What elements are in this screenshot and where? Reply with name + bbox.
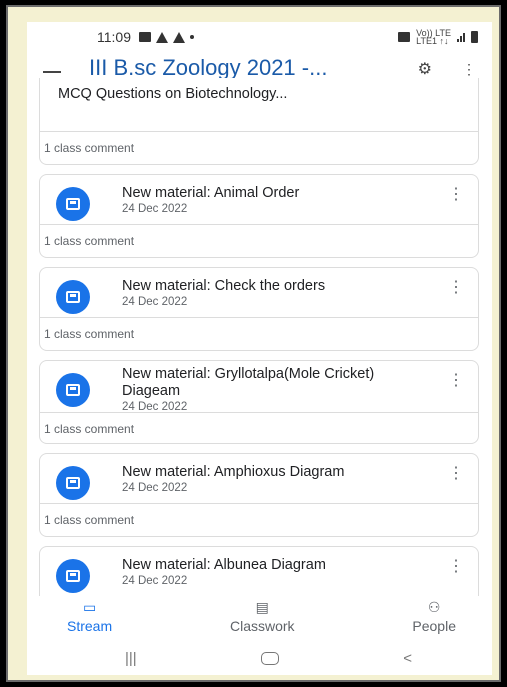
status-time: 11:09	[97, 29, 131, 45]
more-options-icon[interactable]: ⋮	[448, 280, 464, 296]
more-options-icon[interactable]: ⋮	[448, 466, 464, 482]
material-icon	[56, 466, 90, 500]
material-title: New material: Animal Order	[122, 185, 300, 201]
material-title: New material: Albunea Diagram	[122, 557, 326, 573]
material-icon	[56, 373, 90, 407]
more-options-icon[interactable]: ⋮	[448, 187, 464, 203]
settings-icon[interactable]: ⚙	[418, 59, 432, 78]
people-icon: ⚇	[427, 599, 441, 615]
material-title: New material: Gryllotalpa(Mole Cricket) …	[122, 366, 375, 399]
material-card[interactable]: New material: Animal Order 24 Dec 2022 ⋮…	[39, 174, 479, 258]
phone-screen: 11:09 Vo)) LTE LTE1 ↑↓ III B.sc Zoology …	[27, 22, 492, 675]
recents-button[interactable]: |||	[125, 650, 137, 667]
screenshot-frame: 11:09 Vo)) LTE LTE1 ↑↓ III B.sc Zoology …	[6, 5, 501, 682]
status-bar: 11:09 Vo)) LTE LTE1 ↑↓	[27, 22, 492, 52]
warning-icon	[156, 31, 168, 43]
material-date: 24 Dec 2022	[122, 401, 188, 413]
battery-icon	[471, 31, 478, 43]
material-date: 24 Dec 2022	[122, 203, 188, 215]
signal-icon	[457, 32, 465, 42]
post-title: MCQ Questions on Biotechnology...	[58, 86, 288, 102]
nav-classwork[interactable]: ▤ Classwork	[230, 596, 295, 642]
stream-icon: ▭	[82, 599, 97, 615]
home-button[interactable]	[260, 652, 279, 665]
warning-icon	[173, 31, 185, 43]
bottom-navigation: ▭ Stream ▤ Classwork ⚇ People	[27, 596, 492, 642]
more-options-icon[interactable]: ⋮	[448, 373, 464, 389]
network-label: Vo)) LTE LTE1 ↑↓	[416, 28, 451, 46]
material-card[interactable]: New material: Gryllotalpa(Mole Cricket) …	[39, 360, 479, 444]
more-notifications-icon	[190, 35, 194, 39]
system-navigation-bar: ||| <	[27, 642, 492, 675]
more-options-icon[interactable]: ⋮	[462, 61, 476, 78]
menu-icon[interactable]	[43, 71, 61, 73]
material-icon	[56, 280, 90, 314]
class-title: III B.sc Zoology 2021 -...	[89, 55, 328, 78]
alarm-icon	[398, 32, 411, 42]
material-icon	[56, 187, 90, 221]
back-button[interactable]: <	[403, 650, 412, 667]
image-notification-icon	[139, 32, 151, 42]
nav-people-label: People	[412, 618, 456, 634]
material-date: 24 Dec 2022	[122, 482, 188, 494]
classwork-icon: ▤	[255, 599, 269, 615]
nav-stream[interactable]: ▭ Stream	[67, 596, 112, 642]
more-options-icon[interactable]: ⋮	[448, 559, 464, 575]
material-title: New material: Amphioxus Diagram	[122, 464, 345, 480]
nav-classwork-label: Classwork	[229, 618, 295, 634]
material-icon	[56, 559, 90, 593]
material-title: New material: Check the orders	[122, 278, 326, 294]
nav-stream-label: Stream	[67, 618, 113, 634]
material-card[interactable]: New material: Amphioxus Diagram 24 Dec 2…	[39, 453, 479, 537]
material-card[interactable]: New material: Check the orders 24 Dec 20…	[39, 267, 479, 351]
material-date: 24 Dec 2022	[122, 296, 188, 308]
material-date: 24 Dec 2022	[122, 575, 188, 587]
nav-people[interactable]: ⚇ People	[412, 596, 456, 642]
